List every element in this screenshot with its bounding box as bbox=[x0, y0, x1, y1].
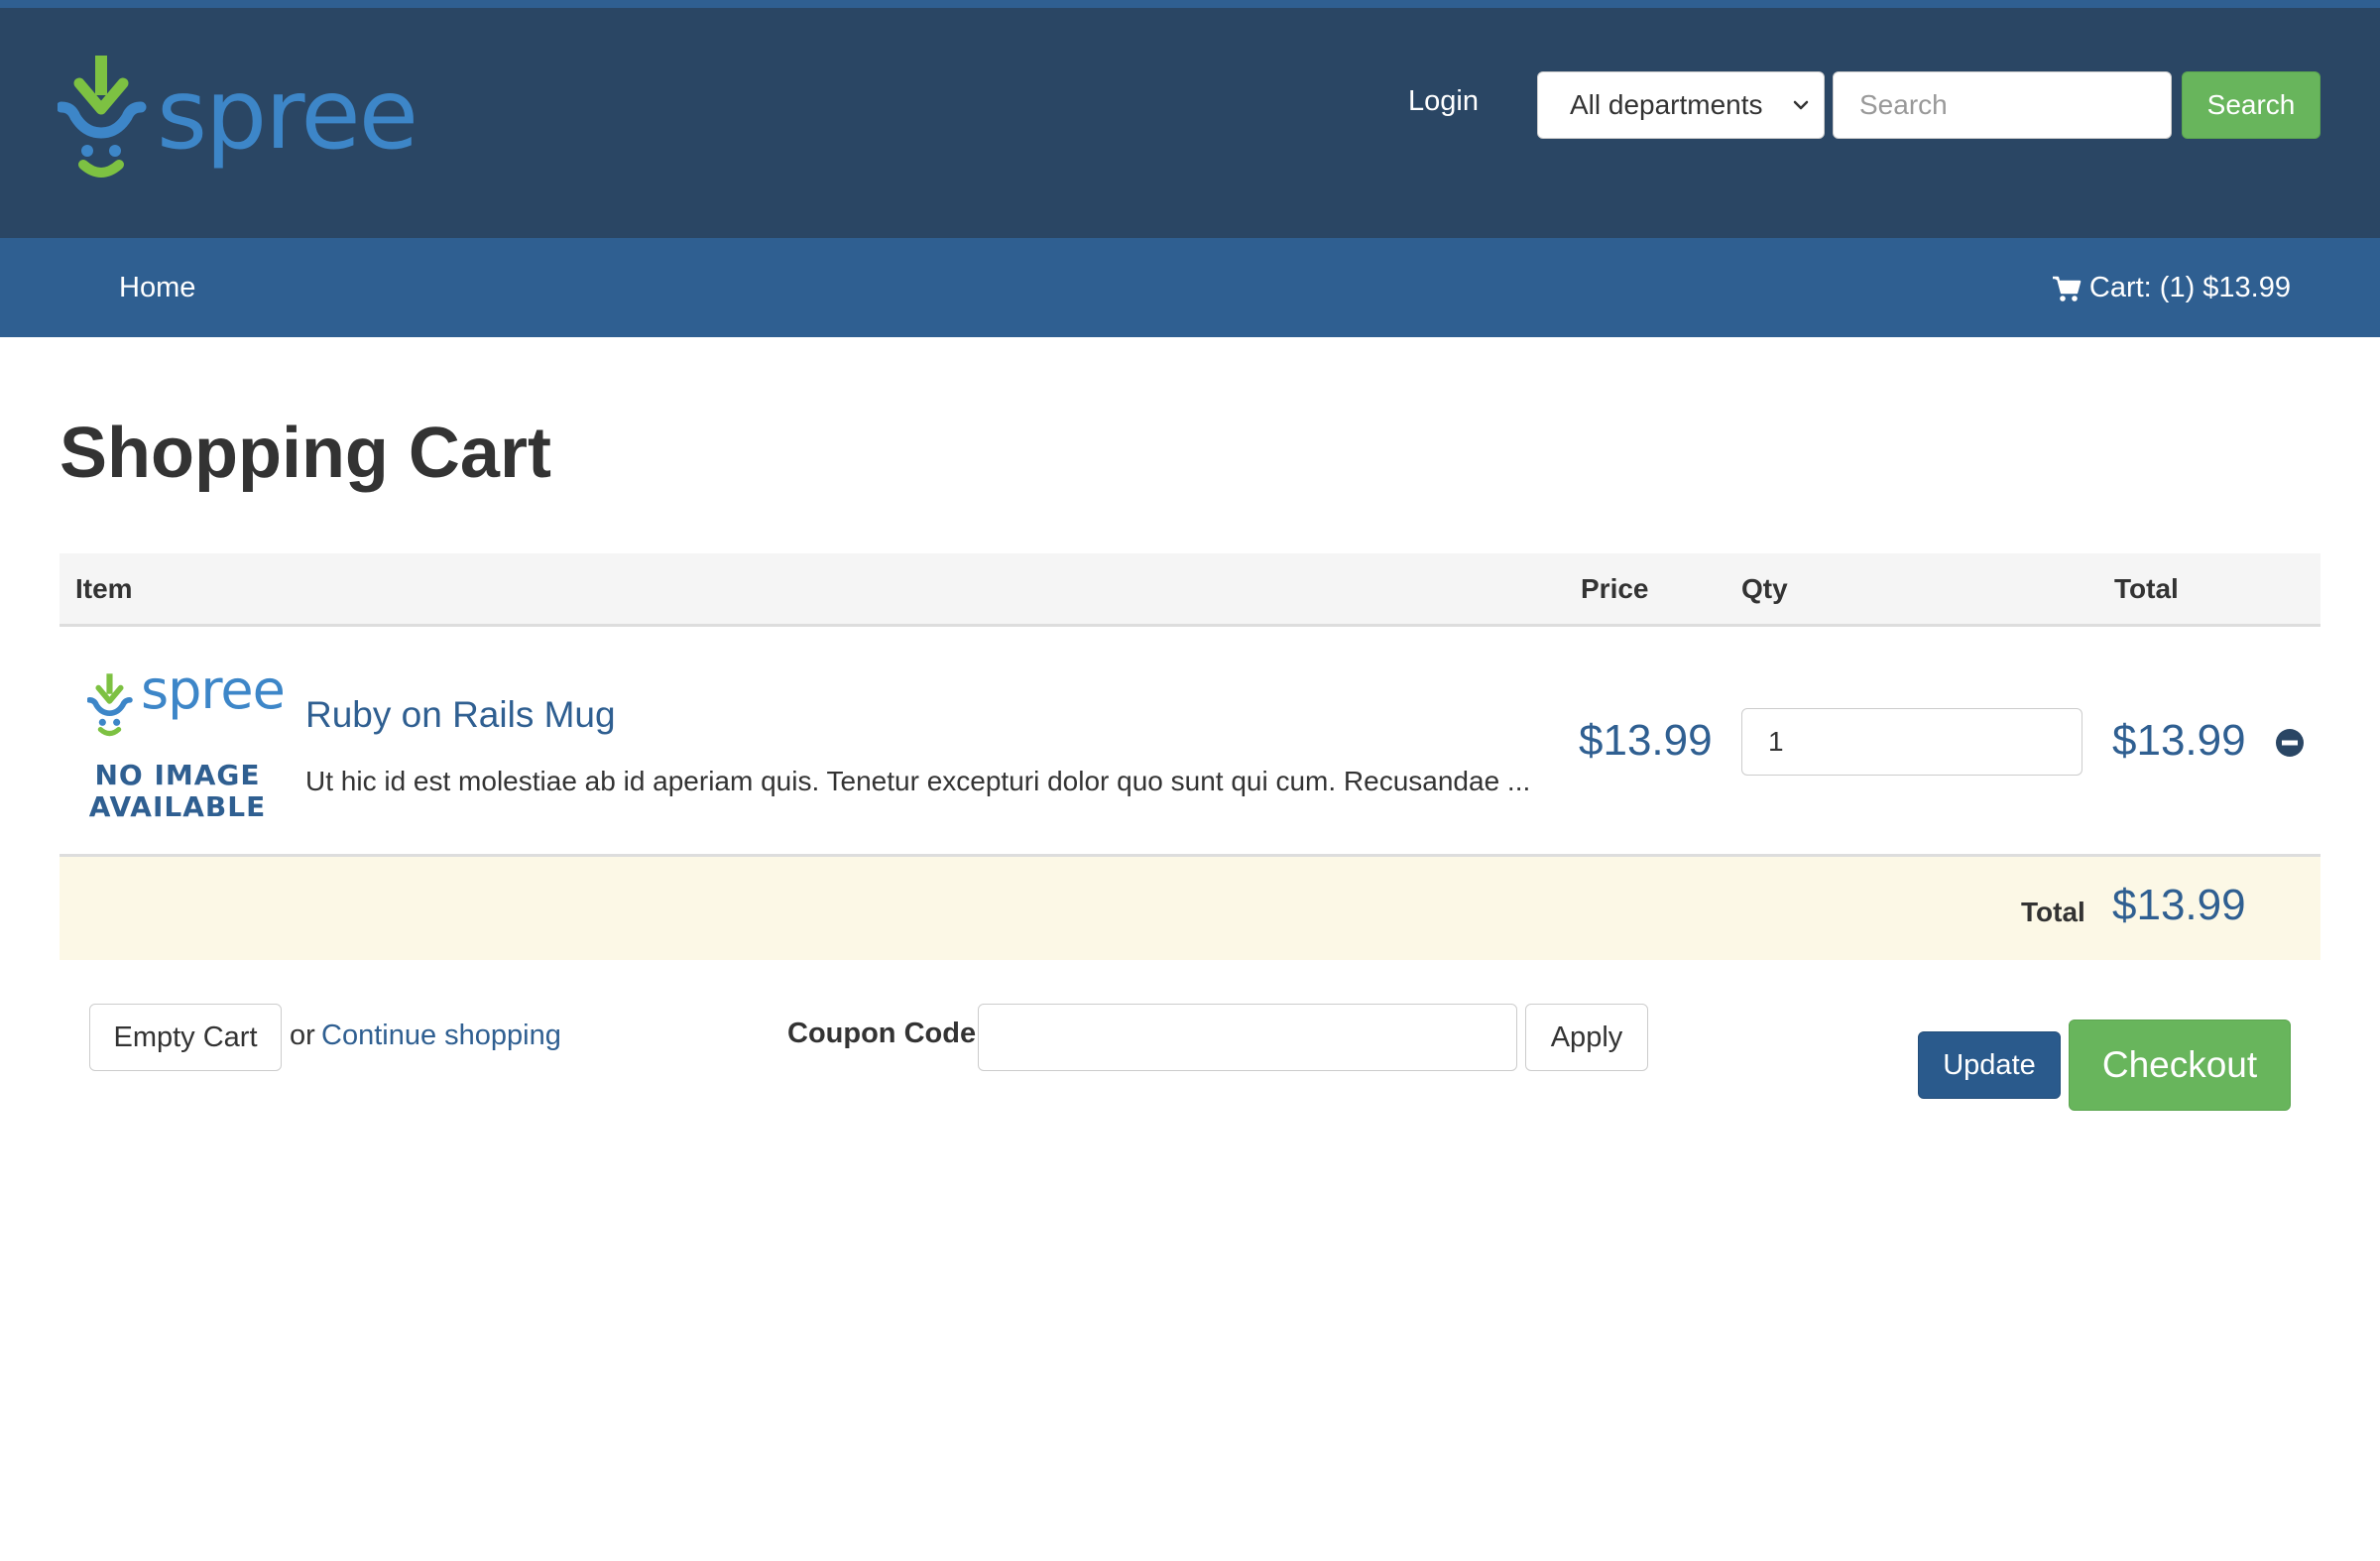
search-button[interactable]: Search bbox=[2182, 71, 2320, 139]
no-image-line-2: AVAILABLE bbox=[88, 790, 267, 823]
column-header-total: Total bbox=[2114, 573, 2179, 604]
nav-home-link[interactable]: Home bbox=[119, 272, 195, 304]
cart-total-label: Total bbox=[2021, 897, 2085, 927]
checkout-button[interactable]: Checkout bbox=[2069, 1020, 2291, 1111]
line-total: $13.99 bbox=[2112, 716, 2246, 765]
search-input[interactable] bbox=[1833, 71, 2172, 139]
column-header-qty: Qty bbox=[1741, 573, 1788, 604]
main-nav: Home Cart: (1) $13.99 bbox=[0, 238, 2380, 337]
site-header: spree Login All departments Search bbox=[0, 8, 2380, 238]
logo-wordmark: spree bbox=[157, 59, 418, 172]
spree-logo-icon bbox=[58, 56, 147, 178]
thumbnail-logo: spree bbox=[83, 659, 286, 744]
cart-link[interactable]: Cart: (1) $13.99 bbox=[2052, 272, 2291, 304]
column-header-price: Price bbox=[1581, 573, 1649, 604]
product-description: Ut hic id est molestiae ab id aperiam qu… bbox=[305, 766, 1531, 796]
spree-logo-icon bbox=[87, 673, 133, 737]
thumbnail-wordmark: spree bbox=[141, 659, 286, 721]
shopping-cart-icon bbox=[2052, 276, 2082, 301]
coupon-code-input[interactable] bbox=[978, 1004, 1517, 1071]
update-button[interactable]: Update bbox=[1918, 1031, 2061, 1099]
empty-cart-button[interactable]: Empty Cart bbox=[89, 1004, 282, 1071]
or-text: or bbox=[290, 1020, 315, 1051]
page-title: Shopping Cart bbox=[60, 414, 551, 493]
coupon-code-label: Coupon Code bbox=[787, 1018, 977, 1049]
minus-circle-icon[interactable] bbox=[2275, 728, 2305, 758]
quantity-input[interactable] bbox=[1741, 708, 2082, 776]
cart-summary: Cart: (1) $13.99 bbox=[2088, 272, 2291, 303]
apply-coupon-button[interactable]: Apply bbox=[1525, 1004, 1648, 1071]
chevron-down-icon bbox=[1793, 100, 1809, 110]
cart-table: Item Price Qty Total spree NO IMAGE AVAI… bbox=[60, 553, 2320, 960]
product-thumbnail[interactable]: spree NO IMAGE AVAILABLE bbox=[83, 659, 286, 823]
spree-logo[interactable]: spree bbox=[58, 54, 418, 184]
login-link[interactable]: Login bbox=[1408, 85, 1479, 118]
cart-total-value: $13.99 bbox=[2112, 881, 2246, 929]
continue-shopping-link[interactable]: Continue shopping bbox=[321, 1020, 561, 1052]
column-header-item: Item bbox=[75, 573, 133, 604]
top-stripe bbox=[0, 0, 2380, 8]
table-row: spree NO IMAGE AVAILABLE Ruby on Rails M… bbox=[60, 627, 2320, 857]
cart-total-row: Total $13.99 bbox=[60, 857, 2320, 960]
department-select[interactable]: All departments bbox=[1537, 71, 1825, 139]
no-image-line-1: NO IMAGE bbox=[94, 759, 261, 791]
no-image-placeholder: NO IMAGE AVAILABLE bbox=[83, 760, 272, 823]
item-price: $13.99 bbox=[1579, 716, 1713, 765]
table-header: Item Price Qty Total bbox=[60, 553, 2320, 627]
product-name-link[interactable]: Ruby on Rails Mug bbox=[305, 694, 616, 736]
department-selected-value: All departments bbox=[1570, 89, 1763, 120]
